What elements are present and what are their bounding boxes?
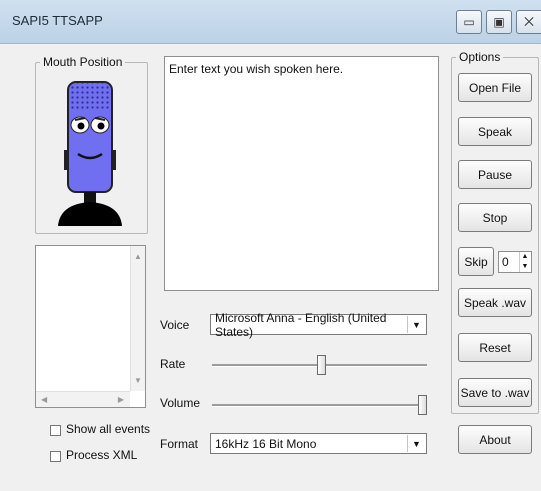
- format-selected-value: 16kHz 16 Bit Mono: [215, 436, 317, 451]
- reset-button[interactable]: Reset: [458, 333, 532, 362]
- show-all-events-label: Show all events: [66, 422, 151, 436]
- stop-button[interactable]: Stop: [458, 203, 532, 232]
- stepper-up-icon[interactable]: ▲: [519, 252, 530, 262]
- rate-label: Rate: [160, 357, 186, 371]
- speak-wav-button[interactable]: Speak .wav: [458, 288, 532, 317]
- minimize-button[interactable]: ▭: [456, 10, 482, 34]
- rate-slider-thumb[interactable]: [317, 355, 327, 375]
- close-icon: ⨉: [524, 15, 534, 29]
- window-title: SAPI5 TTSAPP: [12, 13, 103, 28]
- chevron-down-icon[interactable]: ▼: [407, 435, 425, 452]
- minimize-icon: ▭: [463, 15, 475, 29]
- speech-text-area[interactable]: Enter text you wish spoken here.: [164, 56, 439, 291]
- skip-button[interactable]: Skip: [458, 247, 494, 276]
- skip-count-value: 0: [502, 255, 509, 269]
- scroll-down-arrow-icon[interactable]: ▼: [134, 376, 142, 385]
- maximize-icon: ▣: [493, 15, 505, 29]
- volume-slider-thumb[interactable]: [418, 395, 427, 415]
- volume-label: Volume: [160, 396, 201, 410]
- voice-label: Voice: [160, 318, 190, 332]
- voice-select[interactable]: Microsoft Anna - English (United States)…: [210, 311, 427, 339]
- speak-button[interactable]: Speak: [458, 117, 532, 146]
- close-button[interactable]: ⨉: [516, 10, 541, 34]
- stepper-down-icon[interactable]: ▼: [519, 262, 530, 272]
- events-horizontal-scrollbar[interactable]: ◀ ▶: [36, 391, 130, 407]
- chevron-down-icon[interactable]: ▼: [407, 316, 425, 333]
- volume-slider-track[interactable]: [212, 404, 427, 407]
- open-file-button[interactable]: Open File: [458, 73, 532, 102]
- options-label: Options: [459, 50, 501, 64]
- scroll-left-arrow-icon[interactable]: ◀: [41, 395, 47, 404]
- microphone-character-icon: [58, 81, 122, 226]
- process-xml-label: Process XML: [66, 448, 138, 462]
- process-xml-checkbox[interactable]: [50, 451, 61, 462]
- speech-text-value: Enter text you wish spoken here.: [169, 62, 344, 76]
- save-to-wav-button[interactable]: Save to .wav: [458, 378, 532, 407]
- format-select[interactable]: 16kHz 16 Bit Mono ▼: [210, 433, 427, 454]
- maximize-button[interactable]: ▣: [486, 10, 512, 34]
- voice-selected-value: Microsoft Anna - English (United States): [215, 310, 387, 339]
- pause-button[interactable]: Pause: [458, 160, 532, 189]
- about-button[interactable]: About: [458, 425, 532, 454]
- show-all-events-checkbox[interactable]: [50, 425, 61, 436]
- events-vertical-scrollbar[interactable]: ▲ ▼: [130, 246, 145, 391]
- mouth-position-label: Mouth Position: [43, 55, 123, 69]
- scroll-right-arrow-icon[interactable]: ▶: [118, 395, 124, 404]
- scroll-up-arrow-icon[interactable]: ▲: [134, 252, 142, 261]
- format-label: Format: [160, 437, 199, 451]
- skip-count-stepper[interactable]: 0 ▲ ▼: [498, 251, 532, 273]
